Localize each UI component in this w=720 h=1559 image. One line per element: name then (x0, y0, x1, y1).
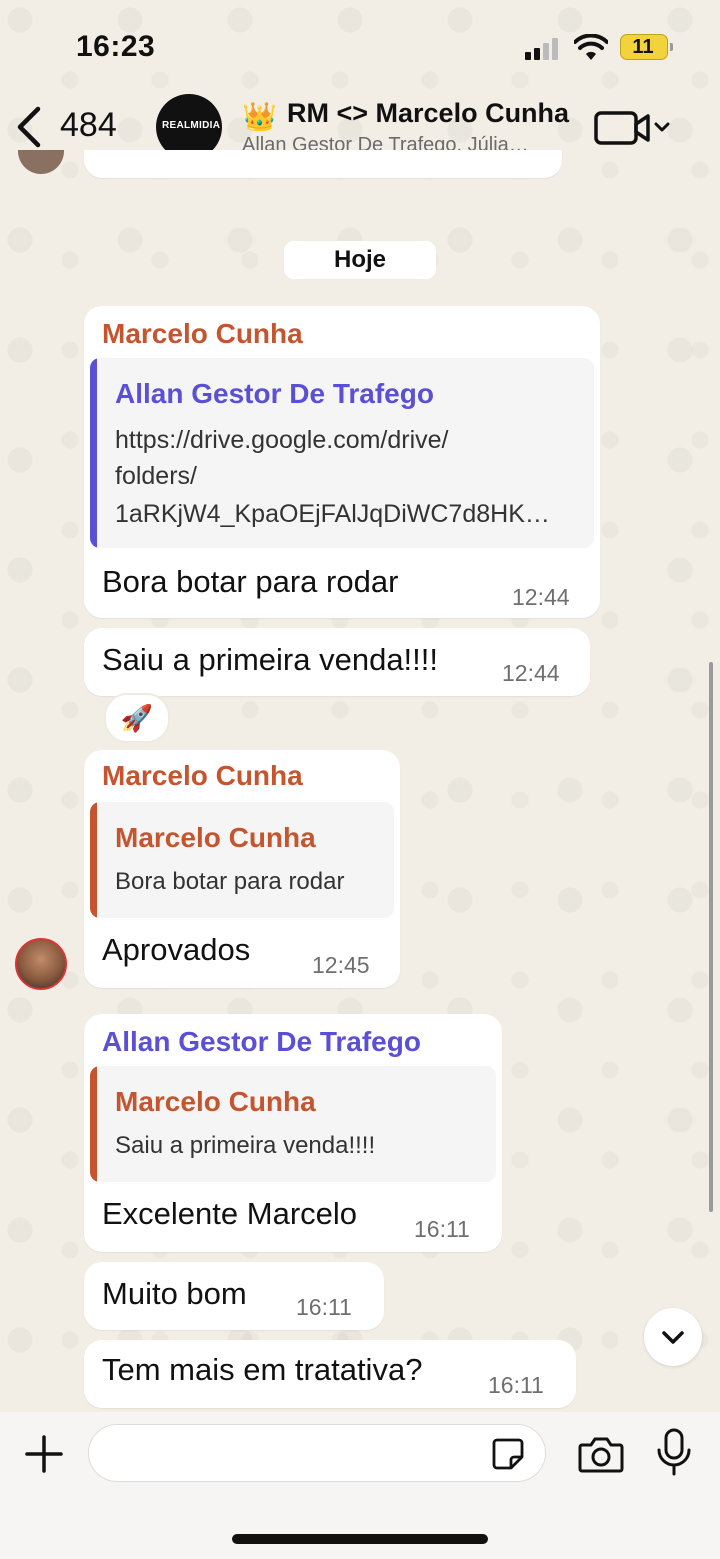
previous-message-edge (84, 150, 562, 178)
quoted-message[interactable]: Marcelo Cunha Bora botar para rodar (90, 802, 394, 918)
message-bubble[interactable]: Allan Gestor De Trafego Marcelo Cunha Sa… (84, 1014, 502, 1252)
quoted-sender: Marcelo Cunha (115, 822, 316, 853)
back-chevron-icon[interactable] (14, 106, 44, 148)
message-time: 16:11 (414, 1216, 470, 1242)
microphone-icon[interactable] (656, 1428, 692, 1478)
quoted-link-line: folders/ (115, 462, 197, 490)
quoted-message[interactable]: Allan Gestor De Trafego https://drive.go… (90, 358, 594, 548)
unread-count[interactable]: 484 (60, 106, 117, 145)
battery-level: 11 (632, 36, 654, 58)
message-time: 12:44 (512, 584, 570, 610)
quoted-link-line: https://drive.google.com/drive/ (115, 426, 449, 454)
quoted-link-line: 1aRKjW4_KpaOEjFAlJqDiWC7d8HK… (115, 500, 550, 528)
message-bubble[interactable]: Marcelo Cunha Marcelo Cunha Bora botar p… (84, 750, 400, 988)
message-time: 12:44 (502, 660, 560, 686)
message-bubble[interactable]: Muito bom 16:11 (84, 1262, 384, 1330)
message-text: Bora botar para rodar (102, 564, 399, 599)
date-separator: Hoje (284, 241, 436, 279)
message-time: 16:11 (488, 1372, 544, 1398)
sender-avatar[interactable] (15, 938, 67, 990)
message-time: 16:11 (296, 1294, 352, 1320)
message-text: Tem mais em tratativa? (102, 1352, 423, 1387)
quoted-text: Saiu a primeira venda!!!! (115, 1132, 376, 1159)
message-sender: Marcelo Cunha (102, 318, 303, 349)
cellular-signal-icon (525, 38, 563, 60)
group-avatar-logo: REALMIDIA (162, 120, 221, 131)
camera-icon[interactable] (578, 1434, 624, 1474)
quoted-message[interactable]: Marcelo Cunha Saiu a primeira venda!!!! (90, 1066, 496, 1182)
wifi-icon (574, 34, 608, 60)
sticker-icon[interactable] (491, 1437, 525, 1471)
quoted-text: Bora botar para rodar (115, 868, 345, 895)
composer-bar (0, 1412, 720, 1559)
chevron-down-icon (662, 1331, 684, 1344)
message-bubble[interactable]: Saiu a primeira venda!!!! 12:44 (84, 628, 590, 696)
video-call-icon[interactable] (594, 110, 672, 146)
message-sender: Marcelo Cunha (102, 760, 303, 791)
message-text: Saiu a primeira venda!!!! (102, 642, 439, 677)
scroll-to-bottom-button[interactable] (644, 1308, 702, 1366)
crown-emoji: 👑 (242, 101, 277, 132)
quoted-sender: Allan Gestor De Trafego (115, 378, 434, 409)
message-text: Excelente Marcelo (102, 1196, 358, 1231)
scrollbar[interactable] (709, 662, 713, 1212)
attach-plus-icon[interactable] (24, 1434, 64, 1474)
reaction-rocket[interactable]: 🚀 (104, 693, 170, 743)
quoted-sender: Marcelo Cunha (115, 1086, 316, 1117)
status-time: 16:23 (76, 30, 156, 63)
message-input[interactable] (88, 1424, 546, 1482)
status-bar: 16:23 11 (0, 0, 720, 90)
message-bubble[interactable]: Marcelo Cunha Allan Gestor De Trafego ht… (84, 306, 600, 618)
message-time: 12:45 (312, 952, 370, 978)
message-text: Aprovados (102, 932, 251, 967)
message-bubble[interactable]: Tem mais em tratativa? 16:11 (84, 1340, 576, 1408)
message-text: Muito bom (102, 1276, 247, 1311)
home-indicator (232, 1534, 488, 1544)
message-sender: Allan Gestor De Trafego (102, 1026, 421, 1057)
chat-title[interactable]: RM <> Marcelo Cunha (287, 98, 569, 129)
battery-icon: 11 (620, 34, 673, 60)
